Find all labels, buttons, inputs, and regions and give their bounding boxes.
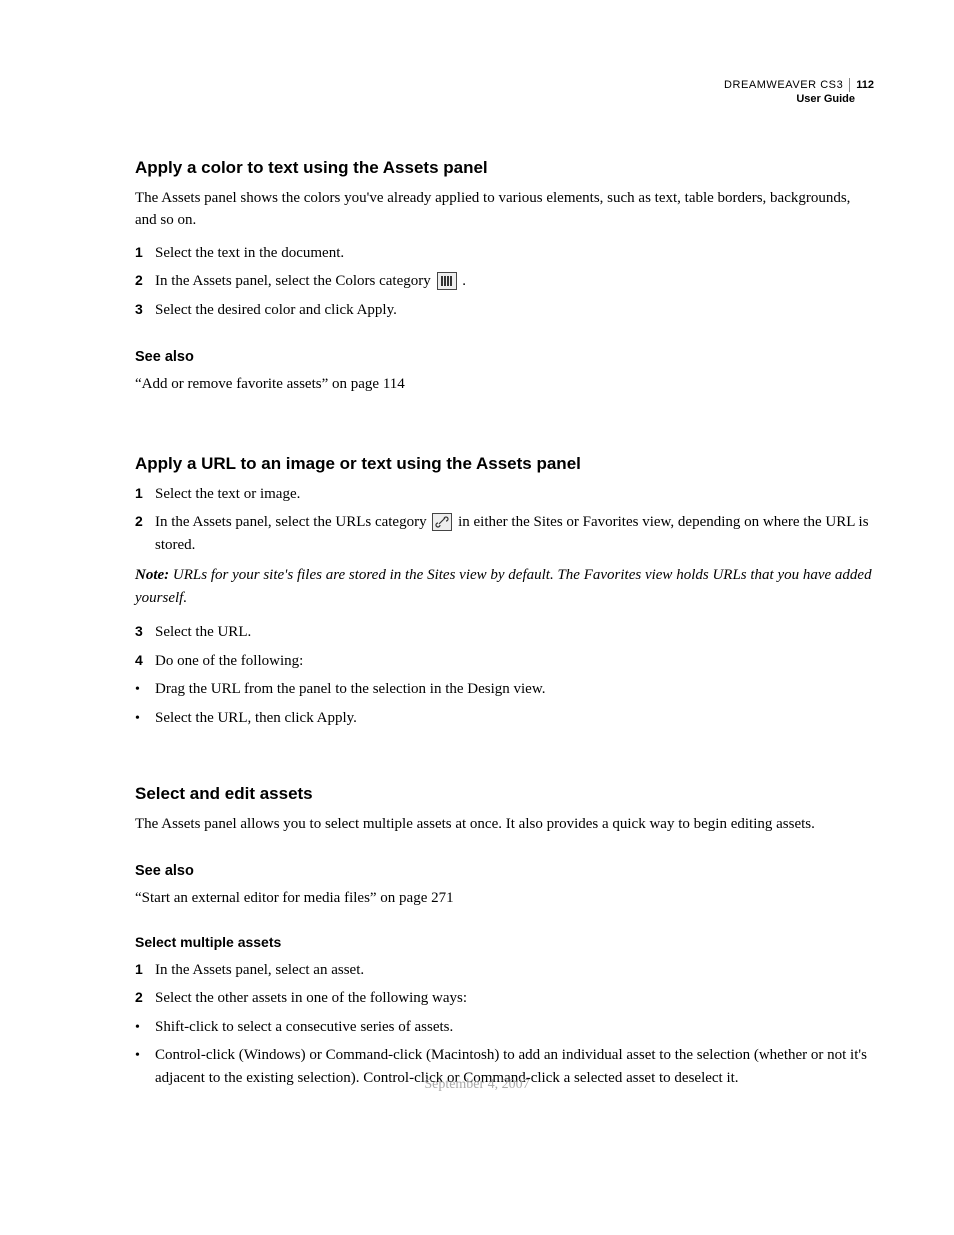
step-3: 3 Select the desired color and click App… <box>135 299 874 322</box>
step-number: 1 <box>135 242 155 263</box>
step-number: 2 <box>135 987 155 1008</box>
see-also-heading: See also <box>135 861 874 883</box>
note-body: URLs for your site's files are stored in… <box>135 567 872 606</box>
bullet-item: • Drag the URL from the panel to the sel… <box>135 678 874 701</box>
step-number: 1 <box>135 483 155 504</box>
step-4: 4 Do one of the following: <box>135 650 874 673</box>
running-header: DREAMWEAVER CS3 112 User Guide <box>724 78 874 107</box>
document-page: DREAMWEAVER CS3 112 User Guide Apply a c… <box>0 0 954 1135</box>
step-text: Do one of the following: <box>155 650 874 673</box>
step-text: In the Assets panel, select the Colors c… <box>155 270 874 293</box>
step-2: 2 Select the other assets in one of the … <box>135 987 874 1010</box>
bullet-item: • Shift-click to select a consecutive se… <box>135 1016 874 1039</box>
product-name: DREAMWEAVER CS3 <box>724 78 849 92</box>
see-also-reference: “Start an external editor for media file… <box>135 887 874 910</box>
step-text: In the Assets panel, select the URLs cat… <box>155 511 874 556</box>
page-content: Apply a color to text using the Assets p… <box>135 155 874 1089</box>
step-text: Select the text in the document. <box>155 242 874 265</box>
bullet-mark: • <box>135 1045 155 1066</box>
step-1: 1 Select the text in the document. <box>135 242 874 265</box>
header-line-1: DREAMWEAVER CS3 112 <box>724 78 874 92</box>
step-text: Select the desired color and click Apply… <box>155 299 874 322</box>
bullet-mark: • <box>135 708 155 729</box>
intro-paragraph: The Assets panel allows you to select mu… <box>135 813 874 836</box>
step-number: 3 <box>135 621 155 642</box>
step-text-post: . <box>462 273 466 289</box>
step-3: 3 Select the URL. <box>135 621 874 644</box>
step-number: 3 <box>135 299 155 320</box>
bullet-mark: • <box>135 1017 155 1038</box>
step-1: 1 In the Assets panel, select an asset. <box>135 959 874 982</box>
see-also-reference: “Add or remove favorite assets” on page … <box>135 373 874 396</box>
note-label: Note: <box>135 567 169 583</box>
bullet-item: • Select the URL, then click Apply. <box>135 707 874 730</box>
urls-category-icon <box>432 513 452 531</box>
step-2: 2 In the Assets panel, select the URLs c… <box>135 511 874 556</box>
step-number: 4 <box>135 650 155 671</box>
bullet-text: Select the URL, then click Apply. <box>155 707 874 730</box>
step-2: 2 In the Assets panel, select the Colors… <box>135 270 874 293</box>
step-number: 2 <box>135 511 155 532</box>
step-text-pre: In the Assets panel, select the URLs cat… <box>155 514 430 530</box>
bullet-mark: • <box>135 679 155 700</box>
step-text: Select the URL. <box>155 621 874 644</box>
page-number: 112 <box>849 78 874 92</box>
step-1: 1 Select the text or image. <box>135 483 874 506</box>
intro-paragraph: The Assets panel shows the colors you've… <box>135 187 874 232</box>
step-text: Select the text or image. <box>155 483 874 506</box>
subheading-select-multiple: Select multiple assets <box>135 932 874 953</box>
step-number: 1 <box>135 959 155 980</box>
step-text: In the Assets panel, select an asset. <box>155 959 874 982</box>
bullet-text: Shift-click to select a consecutive seri… <box>155 1016 874 1039</box>
note-paragraph: Note: URLs for your site's files are sto… <box>135 564 874 609</box>
heading-select-edit: Select and edit assets <box>135 781 874 807</box>
bullet-text: Drag the URL from the panel to the selec… <box>155 678 874 701</box>
heading-apply-color: Apply a color to text using the Assets p… <box>135 155 874 181</box>
step-number: 2 <box>135 270 155 291</box>
colors-category-icon <box>437 272 457 290</box>
step-text-pre: In the Assets panel, select the Colors c… <box>155 273 435 289</box>
see-also-heading: See also <box>135 347 874 369</box>
heading-apply-url: Apply a URL to an image or text using th… <box>135 451 874 477</box>
footer-date: September 4, 2007 <box>0 1074 954 1095</box>
header-doc-title: User Guide <box>724 92 874 106</box>
step-text: Select the other assets in one of the fo… <box>155 987 874 1010</box>
